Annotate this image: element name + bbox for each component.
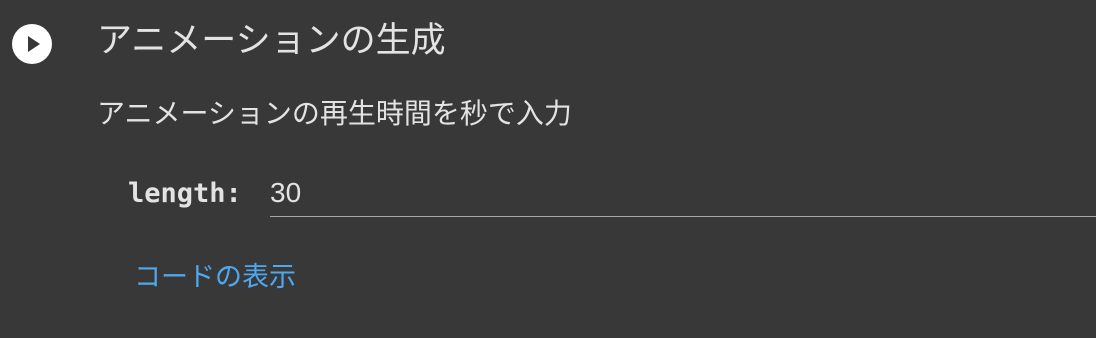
length-input[interactable] (270, 170, 1096, 217)
param-row-length: length: (128, 170, 1096, 218)
play-icon (28, 36, 40, 52)
cell-description: アニメーションの再生時間を秒で入力 (97, 97, 572, 130)
cell-title: アニメーションの生成 (97, 21, 446, 61)
run-cell-button[interactable] (12, 24, 52, 64)
show-code-link[interactable]: コードの表示 (134, 258, 296, 298)
param-label: length: (128, 178, 242, 209)
form-cell: アニメーションの生成 アニメーションの再生時間を秒で入力 length: コード… (0, 0, 1096, 338)
